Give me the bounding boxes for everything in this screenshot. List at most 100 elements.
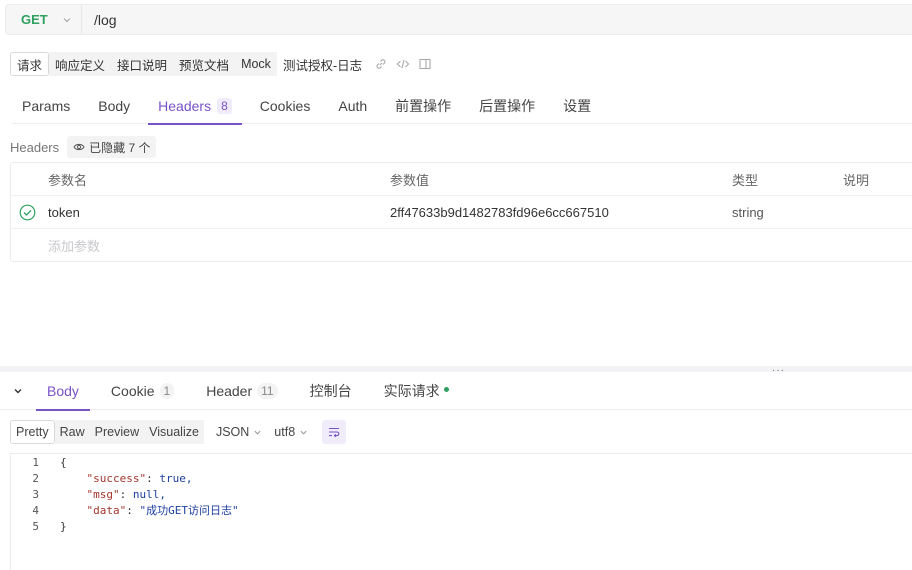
tab-label: Auth: [338, 98, 368, 114]
format-select[interactable]: JSON: [216, 425, 262, 439]
tab-label: Header: [206, 382, 253, 399]
tab-actual-request[interactable]: 实际请求: [373, 372, 460, 410]
code-text: "data": "成功GET访问日志": [60, 502, 239, 518]
hidden-count-label: 已隐藏 7 个: [89, 140, 151, 155]
add-param-row: 添加参数: [11, 229, 912, 262]
code-text: {: [60, 455, 67, 469]
tab-auth[interactable]: Auth: [328, 88, 377, 124]
tab-label: 后置操作: [479, 98, 536, 114]
collapse-response-button[interactable]: [0, 386, 36, 396]
wrap-lines-icon: [329, 427, 340, 438]
json-value: null,: [132, 487, 166, 501]
param-name-input[interactable]: token: [48, 196, 80, 229]
line-number: 5: [32, 519, 39, 533]
code-line: 5 }: [11, 518, 912, 534]
json-separator: :: [119, 487, 133, 501]
subtab-api-description[interactable]: 接口说明: [111, 52, 174, 76]
tab-label: 控制台: [309, 382, 352, 399]
headers-count-badge: 8: [217, 98, 232, 114]
tab-console[interactable]: 控制台: [299, 372, 363, 410]
add-param-input[interactable]: 添加参数: [48, 229, 100, 262]
tab-label: Body: [47, 382, 79, 399]
json-key: "success": [86, 471, 147, 485]
encoding-select[interactable]: utf8: [274, 425, 308, 439]
tab-label: Params: [22, 98, 71, 114]
eye-icon: [73, 143, 85, 151]
param-value-input[interactable]: 2ff47633b9d1482783fd96e6cc667510: [390, 196, 609, 229]
line-number: 3: [32, 487, 39, 501]
tab-headers[interactable]: Headers 8: [148, 88, 242, 125]
subtab-request[interactable]: 请求: [10, 52, 50, 76]
column-header-type: 类型: [732, 173, 759, 188]
request-subtabs: 请求 响应定义 接口说明 预览文档 Mock 测试授权-日志: [10, 52, 432, 76]
code-line: 4 "data": "成功GET访问日志": [11, 502, 912, 518]
cookie-count-badge: 1: [159, 382, 175, 399]
format-pretty-button[interactable]: Pretty: [10, 420, 55, 444]
line-number: 1: [32, 455, 39, 469]
code-line: 1 {: [11, 454, 912, 470]
param-type-select[interactable]: string: [732, 196, 764, 229]
tab-label: Body: [98, 98, 131, 114]
request-tabs: Params Body Headers 8 Cookies Auth 前置操作 后…: [12, 88, 912, 125]
chevron-down-icon: [14, 388, 22, 393]
table-row: token 2ff47633b9d1482783fd96e6cc667510 s…: [11, 196, 912, 229]
tab-label: Cookie: [110, 382, 155, 399]
format-raw-button[interactable]: Raw: [54, 420, 90, 444]
headers-section-header: Headers 已隐藏 7 个: [10, 136, 157, 158]
tab-label: Headers: [158, 98, 212, 114]
tab-label: 设置: [563, 98, 592, 114]
chevron-down-icon: [63, 17, 71, 22]
method-label: GET: [21, 12, 48, 27]
row-enabled-checkbox[interactable]: [19, 196, 36, 229]
tab-pre-operations[interactable]: 前置操作: [385, 88, 461, 124]
header-count-badge: 11: [257, 382, 278, 399]
json-value: true,: [159, 471, 193, 485]
panel-icon[interactable]: [418, 57, 432, 71]
code-line: 2 "success": true,: [11, 470, 912, 486]
tab-label: 实际请求: [383, 382, 440, 399]
tab-post-operations[interactable]: 后置操作: [469, 88, 545, 124]
subtab-preview-docs[interactable]: 预览文档: [173, 52, 236, 76]
show-hidden-headers-button[interactable]: 已隐藏 7 个: [67, 136, 157, 158]
subtab-mock[interactable]: Mock: [235, 52, 277, 76]
tab-label: Cookies: [259, 98, 311, 114]
tab-response-body[interactable]: Body: [36, 372, 90, 411]
json-separator: :: [146, 471, 160, 485]
word-wrap-button[interactable]: [322, 420, 347, 444]
json-key: "data": [86, 504, 127, 517]
code-text: "msg": null,: [60, 487, 167, 501]
code-text: "success": true,: [60, 471, 193, 485]
link-icon[interactable]: [374, 57, 388, 71]
headers-table: 参数名 参数值 类型 说明 token 2ff47633b9d1482783fd…: [10, 162, 912, 262]
column-header-name: 参数名: [48, 173, 88, 188]
chevron-down-icon: [300, 430, 307, 435]
json-key: "msg": [86, 487, 120, 501]
tab-response-header[interactable]: Header 11: [195, 372, 288, 410]
subtab-response-definition[interactable]: 响应定义: [49, 52, 112, 76]
tab-settings[interactable]: 设置: [553, 88, 601, 124]
url-bar: GET /log: [5, 4, 912, 35]
json-value: "成功GET访问日志": [139, 504, 239, 517]
line-number: 2: [32, 471, 39, 485]
format-preview-button[interactable]: Preview: [89, 420, 145, 444]
format-select-value: JSON: [215, 425, 250, 439]
code-line: 3 "msg": null,: [11, 486, 912, 502]
response-body-viewer[interactable]: 1 { 2 "success": true, 3 "msg": null, 4 …: [10, 453, 912, 570]
table-header-row: 参数名 参数值 类型 说明: [11, 163, 912, 196]
format-toolbar: Pretty Raw Preview Visualize JSON utf8: [10, 420, 347, 444]
column-header-description: 说明: [843, 173, 870, 188]
tab-cookies[interactable]: Cookies: [250, 88, 321, 124]
tab-params[interactable]: Params: [12, 88, 80, 124]
encoding-select-value: utf8: [274, 425, 296, 439]
code-icon[interactable]: [396, 57, 410, 71]
tab-body[interactable]: Body: [88, 88, 140, 124]
format-visualize-button[interactable]: Visualize: [144, 420, 204, 444]
method-select[interactable]: GET: [6, 5, 82, 34]
tab-label: 前置操作: [395, 98, 452, 114]
chevron-down-icon: [254, 430, 261, 435]
url-input[interactable]: /log: [82, 12, 117, 28]
tab-response-cookie[interactable]: Cookie 1: [100, 372, 185, 410]
line-number: 4: [32, 503, 39, 517]
api-name: 测试授权-日志: [282, 58, 363, 73]
status-dot: [443, 387, 449, 392]
